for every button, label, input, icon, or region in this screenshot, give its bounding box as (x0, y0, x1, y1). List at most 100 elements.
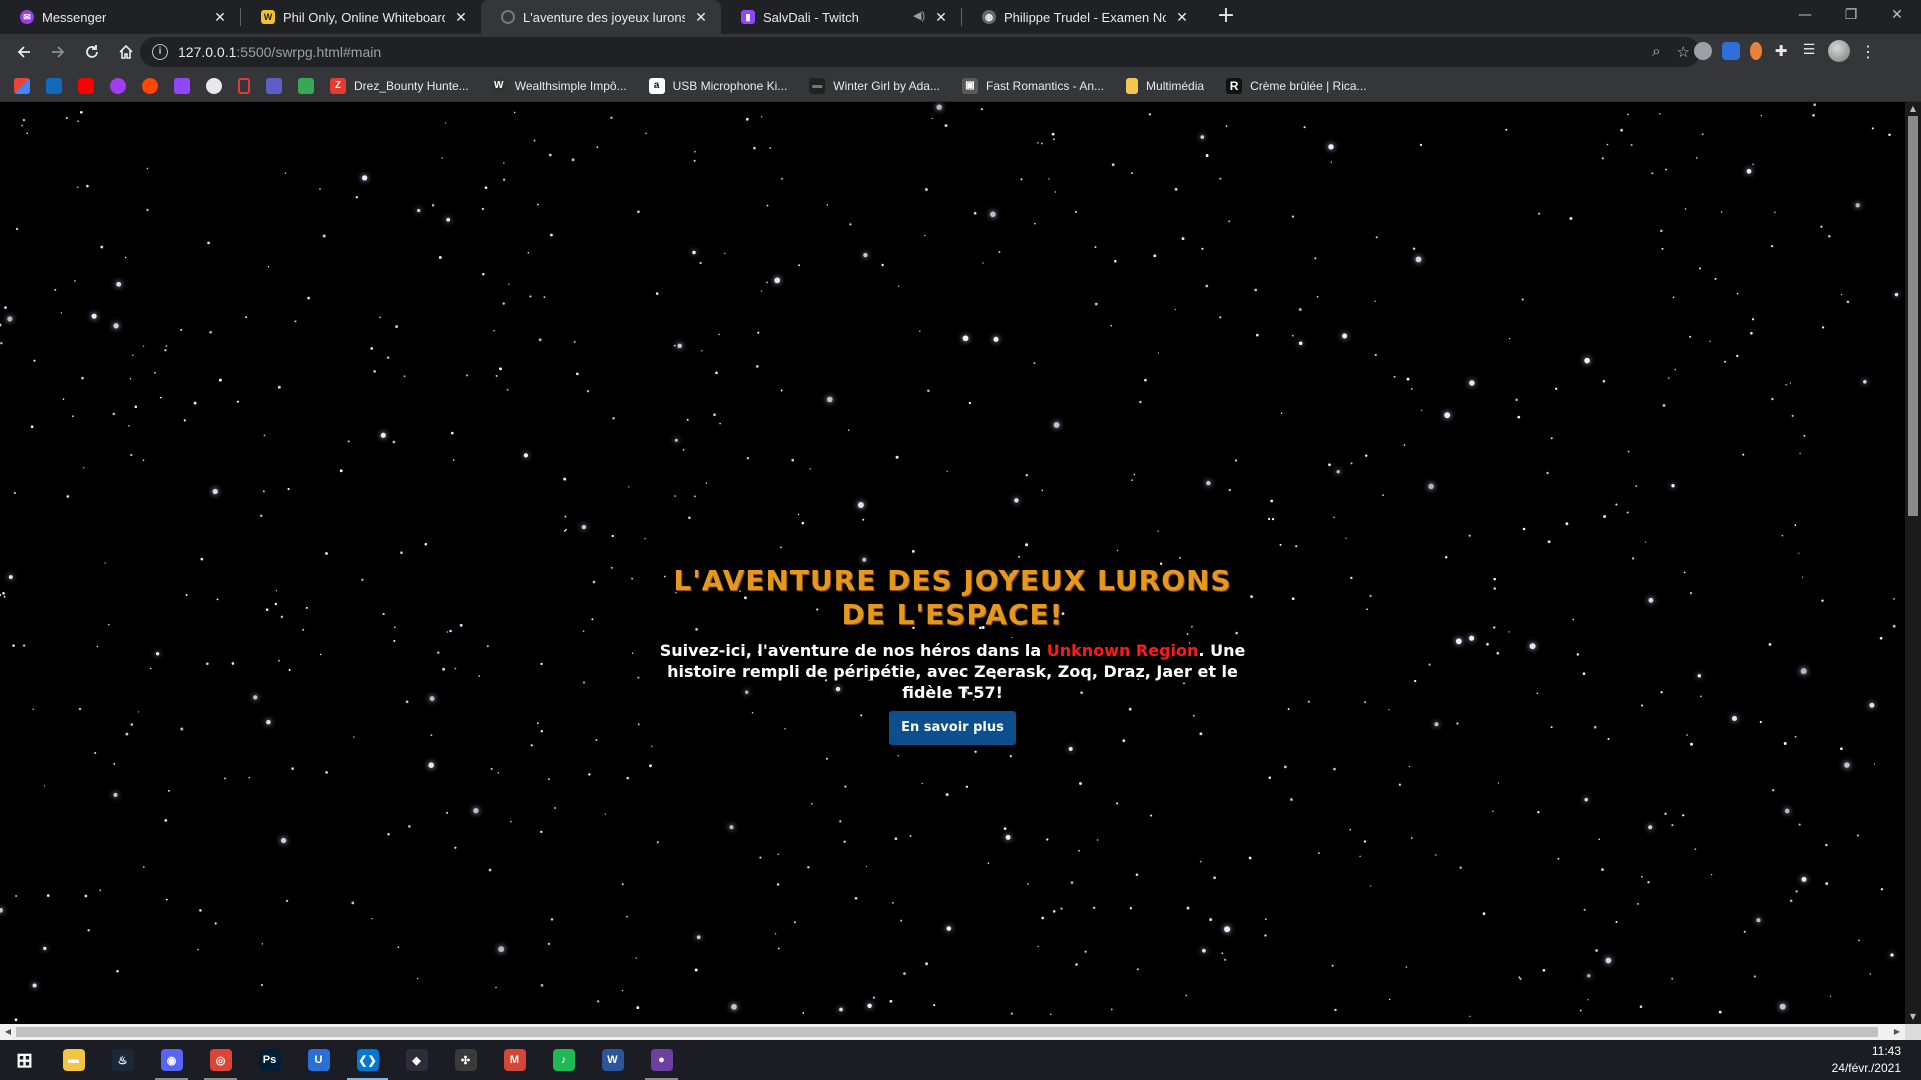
home-button[interactable] (110, 36, 142, 68)
star (1421, 409, 1423, 411)
tab-messenger[interactable]: ✉ Messenger ✕ (0, 0, 240, 34)
discord-taskbar-button[interactable]: ◉ (147, 1040, 196, 1080)
menu-kebab-icon[interactable]: ⋮ (1860, 42, 1876, 61)
horizontal-scroll-thumb[interactable] (16, 1027, 1878, 1037)
back-button[interactable] (8, 36, 40, 68)
star (503, 178, 506, 181)
close-tab-icon[interactable]: ✕ (212, 9, 228, 25)
vertical-scroll-thumb[interactable] (1908, 116, 1918, 516)
scroll-left-arrow-icon[interactable]: ◀ (0, 1024, 16, 1040)
star (287, 487, 290, 491)
horizontal-scrollbar[interactable]: ◀ ▶ (0, 1024, 1905, 1040)
system-clock[interactable]: 11:43 24/févr./2021 (1832, 1043, 1901, 1077)
bookmark-usb-microphone[interactable]: a USB Microphone Ki... (648, 77, 787, 94)
scroll-down-arrow-icon[interactable]: ▼ (1905, 1010, 1921, 1024)
star (502, 302, 505, 305)
learn-more-button[interactable]: En savoir plus (889, 711, 1016, 745)
site-info-icon[interactable]: i (152, 44, 168, 60)
obs-taskbar-button[interactable]: ● (637, 1040, 686, 1080)
star (793, 921, 796, 924)
phone-icon[interactable] (238, 77, 250, 94)
twitch-icon[interactable] (174, 77, 190, 94)
star (1270, 499, 1274, 503)
star (543, 296, 546, 298)
star (1264, 934, 1267, 937)
star (1157, 352, 1160, 354)
address-bar[interactable]: i 127.0.0.1:5500/swrpg.html#main ⌕ ☆ (140, 37, 1700, 67)
star (1228, 489, 1231, 492)
bookmark-star-icon[interactable]: ☆ (1677, 43, 1690, 61)
close-window-button[interactable]: ✕ (1874, 0, 1920, 30)
star (909, 834, 912, 838)
star (1840, 747, 1843, 751)
profile-avatar[interactable] (1828, 40, 1850, 62)
tab-noovo[interactable]: ◍ Philippe Trudel - Examen Noovo ✕ (962, 0, 1202, 34)
game-launcher-taskbar-button[interactable]: ◆ (392, 1040, 441, 1080)
tab-title: Phil Only, Online Whiteboard for (283, 9, 445, 25)
new-tab-button[interactable]: + (1212, 3, 1240, 31)
restore-button[interactable]: ❐ (1828, 0, 1874, 30)
minimize-button[interactable]: — (1782, 0, 1828, 30)
steam-taskbar-button[interactable]: ♨ (98, 1040, 147, 1080)
zoom-icon[interactable]: ⌕ (1652, 43, 1660, 61)
spotify-taskbar-button[interactable]: ♪ (539, 1040, 588, 1080)
map-icon[interactable] (298, 77, 314, 94)
tab-whiteboard[interactable]: W Phil Only, Online Whiteboard for ✕ (241, 0, 481, 34)
reddit-icon[interactable] (142, 77, 158, 94)
forward-button[interactable] (42, 36, 74, 68)
outlook-icon[interactable] (46, 77, 62, 94)
close-tab-icon[interactable]: ✕ (933, 9, 949, 25)
close-tab-icon[interactable]: ✕ (1174, 9, 1190, 25)
bookmark-wealthsimple[interactable]: W Wealthsimple Impô... (490, 77, 627, 94)
star (791, 458, 795, 462)
file-explorer-taskbar-button[interactable]: ▬ (49, 1040, 98, 1080)
star (0, 907, 3, 913)
star (1639, 1005, 1643, 1008)
star (548, 153, 552, 157)
star (403, 375, 406, 378)
star (1153, 254, 1157, 258)
star (1784, 808, 1790, 814)
star (1659, 229, 1663, 233)
word-taskbar-button[interactable]: W (588, 1040, 637, 1080)
puzzle-extensions-icon[interactable]: ✚ (1772, 42, 1790, 60)
teams-icon[interactable] (266, 77, 282, 94)
star (1583, 908, 1586, 911)
bookmark-fast-romantics[interactable]: ▣ Fast Romantics - An... (961, 77, 1104, 94)
chrome-taskbar-button[interactable]: ◎ (196, 1040, 245, 1080)
vscode-taskbar-button[interactable]: ❮❯ (343, 1040, 392, 1080)
scroll-up-arrow-icon[interactable]: ▲ (1905, 102, 1921, 116)
close-tab-icon[interactable]: ✕ (453, 9, 469, 25)
star (1291, 215, 1295, 218)
davinci-taskbar-button[interactable]: ✣ (441, 1040, 490, 1080)
bookmark-drez[interactable]: Z Drez_Bounty Hunte... (330, 77, 469, 94)
star (688, 516, 691, 520)
gmail-taskbar-button[interactable]: M (490, 1040, 539, 1080)
star (1682, 814, 1685, 817)
star (1334, 1008, 1337, 1012)
star (180, 329, 183, 331)
speaker-icon[interactable]: ◀) (913, 9, 927, 23)
scroll-right-arrow-icon[interactable]: ▶ (1889, 1024, 1905, 1040)
gmail-icon[interactable] (14, 77, 30, 94)
tab-aventure[interactable]: L'aventure des joyeux lurons ✕ (481, 0, 721, 34)
honey-extension-icon[interactable] (1750, 42, 1762, 60)
adblock-extension-icon[interactable] (1694, 42, 1712, 60)
tab-twitch[interactable]: ▮ SalvDali - Twitch ◀) ✕ (721, 0, 961, 34)
messenger-icon[interactable] (110, 77, 126, 94)
reload-button[interactable] (76, 36, 108, 68)
reading-list-icon[interactable]: ☰ (1800, 42, 1818, 60)
star (713, 413, 716, 417)
star (259, 514, 263, 518)
youtube-icon[interactable] (78, 77, 94, 94)
bookmark-creme-brulee[interactable]: R Crème brûlée | Rica... (1226, 77, 1367, 94)
bookmark-folder-multimedia[interactable]: Multimédia (1126, 77, 1204, 94)
close-tab-icon[interactable]: ✕ (693, 9, 709, 25)
vertical-scrollbar[interactable]: ▲ ▼ (1905, 102, 1921, 1024)
uplay-taskbar-button[interactable]: U (294, 1040, 343, 1080)
bookmark-winter-girl[interactable]: ▬ Winter Girl by Ada... (809, 77, 940, 94)
start-button-taskbar-button[interactable]: ⊞ (0, 1040, 49, 1080)
download-extension-icon[interactable] (1722, 42, 1740, 60)
photoshop-taskbar-button[interactable]: Ps (245, 1040, 294, 1080)
chatgpt-icon[interactable] (206, 77, 222, 94)
